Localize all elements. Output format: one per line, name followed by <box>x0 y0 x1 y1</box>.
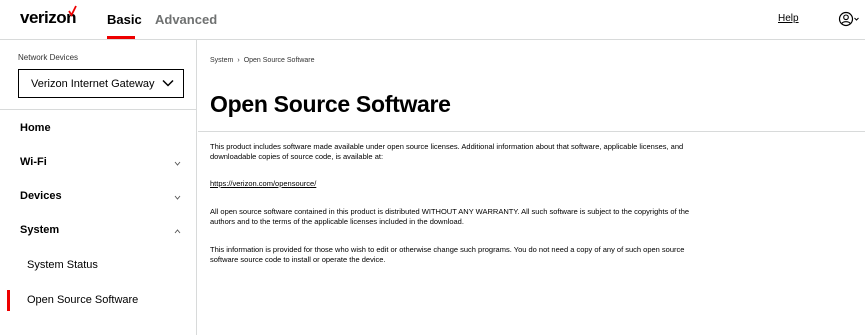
page-title: Open Source Software <box>210 91 451 117</box>
chevron-down-icon <box>174 195 181 200</box>
tab-advanced-label: Advanced <box>155 12 218 27</box>
user-circle-icon[interactable] <box>838 10 860 28</box>
tab-basic[interactable]: Basic <box>107 12 142 27</box>
active-tab-indicator <box>107 36 135 39</box>
chevron-down-icon <box>162 79 174 87</box>
breadcrumb-separator-icon: › <box>237 57 240 64</box>
sidebar-subitem-open-source-software-label: Open Source Software <box>27 294 139 306</box>
sidebar-item-system-label: System <box>20 224 60 236</box>
sidebar-subitem-open-source-software[interactable]: Open Source Software <box>0 290 196 310</box>
sidebar-item-wifi-label: Wi-Fi <box>20 156 47 168</box>
tab-advanced[interactable]: Advanced <box>155 12 217 27</box>
sidebar-item-devices-label: Devices <box>20 190 62 202</box>
sidebar: Network Devices Verizon Internet Gateway… <box>0 40 197 335</box>
top-navigation-bar: verizon Basic Advanced Help <box>0 0 865 40</box>
warranty-paragraph: All open source software contained in th… <box>210 207 690 226</box>
help-link[interactable]: Help <box>778 13 799 24</box>
sidebar-subitem-system-status[interactable]: System Status <box>0 255 196 275</box>
breadcrumb-parent[interactable]: System <box>210 57 233 64</box>
sidebar-item-wifi[interactable]: Wi-Fi <box>0 153 196 173</box>
information-paragraph: This information is provided for those w… <box>210 245 685 264</box>
device-dropdown-value: Verizon Internet Gateway <box>31 78 155 90</box>
device-dropdown[interactable]: Verizon Internet Gateway <box>18 69 184 98</box>
sidebar-item-system[interactable]: System <box>0 221 196 241</box>
sidebar-item-devices[interactable]: Devices <box>0 187 196 207</box>
network-devices-label: Network Devices <box>18 53 79 62</box>
breadcrumb: System › Open Source Software <box>210 57 315 64</box>
sidebar-item-home-label: Home <box>20 122 51 134</box>
intro-paragraph: This product includes software made avai… <box>210 142 684 161</box>
sidebar-item-home[interactable]: Home <box>0 119 196 139</box>
tab-basic-label: Basic <box>107 12 142 27</box>
breadcrumb-current: Open Source Software <box>243 57 315 64</box>
sidebar-divider <box>0 109 196 110</box>
title-divider <box>198 131 865 132</box>
sidebar-subitem-system-status-label: System Status <box>27 259 98 271</box>
chevron-down-icon <box>174 161 181 166</box>
open-source-link[interactable]: https://verizon.com/opensource/ <box>210 179 316 188</box>
chevron-up-icon <box>174 229 181 234</box>
logo-checkmark-icon <box>68 5 77 17</box>
